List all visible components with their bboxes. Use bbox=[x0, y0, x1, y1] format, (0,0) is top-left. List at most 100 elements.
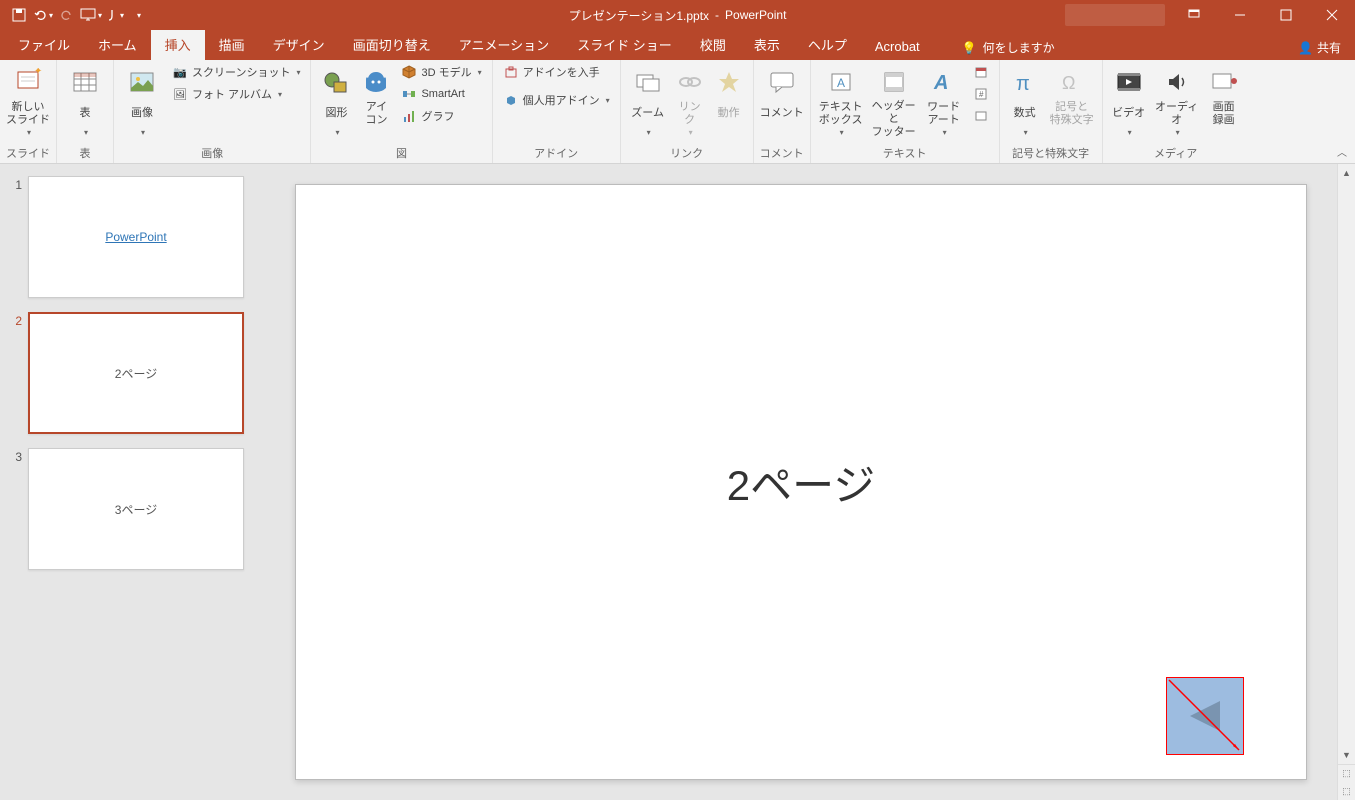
qat-save-icon[interactable] bbox=[8, 4, 30, 26]
svg-text:A: A bbox=[933, 72, 948, 94]
get-addins-button[interactable]: アドインを入手 bbox=[499, 62, 614, 82]
icons-icon bbox=[360, 66, 392, 98]
audio-button[interactable]: オーディオ ▾ bbox=[1153, 62, 1201, 138]
user-account[interactable] bbox=[1065, 4, 1165, 26]
maximize-icon[interactable] bbox=[1263, 0, 1309, 30]
addin-icon bbox=[503, 92, 519, 108]
my-addins-label: 個人用アドイン bbox=[523, 92, 600, 108]
ribbon-display-icon[interactable] bbox=[1171, 0, 1217, 30]
header-icon bbox=[878, 66, 910, 98]
minimize-icon[interactable] bbox=[1217, 0, 1263, 30]
new-slide-icon: ✦ bbox=[12, 66, 44, 98]
link-label: リン ク bbox=[679, 100, 701, 128]
tab-view[interactable]: 表示 bbox=[740, 29, 794, 60]
qat-redo-icon[interactable] bbox=[56, 4, 78, 26]
my-addins-button[interactable]: 個人用アドイン▾ bbox=[499, 90, 614, 110]
action-button-back-shape[interactable] bbox=[1166, 677, 1244, 755]
cube-icon bbox=[401, 64, 417, 80]
group-images-label: 画像 bbox=[120, 143, 304, 163]
video-label: ビデオ bbox=[1112, 100, 1145, 128]
wordart-button[interactable]: A ワード アート ▾ bbox=[923, 62, 965, 138]
group-slides: ✦ 新しい スライド ▾ スライド bbox=[0, 60, 57, 163]
tab-acrobat[interactable]: Acrobat bbox=[861, 33, 934, 60]
prev-slide-icon[interactable]: ⬚ bbox=[1338, 764, 1355, 782]
textbox-button[interactable]: A テキスト ボックス ▾ bbox=[817, 62, 865, 138]
zoom-button[interactable]: ズーム ▾ bbox=[627, 62, 669, 138]
group-links-label: リンク bbox=[627, 143, 747, 163]
thumb-row-2: 2 2ページ bbox=[8, 312, 257, 434]
album-label: フォト アルバム bbox=[192, 86, 272, 102]
pictures-button[interactable]: 画像 ▾ bbox=[120, 62, 164, 138]
quick-access-toolbar: ▾ ▾ ▾ ▾ bbox=[0, 4, 150, 26]
tab-design[interactable]: デザイン bbox=[259, 29, 339, 60]
slide-canvas[interactable]: 2ページ bbox=[295, 184, 1307, 780]
titlebar: ▾ ▾ ▾ ▾ プレゼンテーション1.pptx - PowerPoint bbox=[0, 0, 1355, 30]
table-button[interactable]: 表 ▾ bbox=[63, 62, 107, 138]
thumb-num-3: 3 bbox=[8, 448, 22, 570]
thumbnail-slide-3[interactable]: 3ページ bbox=[28, 448, 244, 570]
screenshot-icon: 📷 bbox=[172, 64, 188, 80]
qat-undo-icon[interactable]: ▾ bbox=[32, 4, 54, 26]
3dmodel-button[interactable]: 3D モデル▾ bbox=[397, 62, 485, 82]
group-text: A テキスト ボックス ▾ ヘッダーと フッター A ワード アート ▾ # テ… bbox=[811, 60, 1000, 163]
screenshot-button[interactable]: 📷スクリーンショット▾ bbox=[168, 62, 304, 82]
tab-slideshow[interactable]: スライド ショー bbox=[563, 29, 686, 60]
scroll-down-icon[interactable]: ▼ bbox=[1338, 746, 1355, 764]
window-controls bbox=[1065, 0, 1355, 30]
equation-label: 数式 bbox=[1014, 100, 1036, 128]
slide-title-text[interactable]: 2ページ bbox=[727, 452, 876, 513]
svg-text:A: A bbox=[837, 76, 845, 90]
collapse-ribbon-icon[interactable]: ︿ bbox=[1337, 144, 1347, 159]
close-icon[interactable] bbox=[1309, 0, 1355, 30]
tab-animations[interactable]: アニメーション bbox=[445, 29, 563, 60]
tab-transitions[interactable]: 画面切り替え bbox=[339, 29, 445, 60]
object-icon bbox=[973, 108, 989, 124]
tab-draw[interactable]: 描画 bbox=[205, 29, 259, 60]
slide-number-button[interactable]: # bbox=[969, 84, 993, 104]
screenshot-label: スクリーンショット bbox=[192, 64, 290, 80]
svg-text:Ω: Ω bbox=[1062, 73, 1075, 93]
share-icon: 👤 bbox=[1298, 41, 1313, 55]
tab-file[interactable]: ファイル bbox=[4, 29, 84, 60]
video-button[interactable]: ビデオ ▾ bbox=[1109, 62, 1149, 138]
3dmodel-label: 3D モデル bbox=[421, 64, 471, 80]
new-slide-button[interactable]: ✦ 新しい スライド ▾ bbox=[6, 62, 50, 138]
scroll-track[interactable] bbox=[1338, 182, 1355, 746]
group-media: ビデオ ▾ オーディオ ▾ 画面 録画 メディア bbox=[1103, 60, 1249, 163]
group-symbols-label: 記号と特殊文字 bbox=[1006, 143, 1096, 163]
equation-button[interactable]: π 数式 ▾ bbox=[1006, 62, 1044, 138]
tab-help[interactable]: ヘルプ bbox=[794, 29, 861, 60]
vertical-scrollbar[interactable]: ▲ ▼ ⬚ ⬚ bbox=[1337, 164, 1355, 800]
photo-album-button[interactable]: 🖼フォト アルバム▾ bbox=[168, 84, 304, 104]
header-footer-button[interactable]: ヘッダーと フッター bbox=[869, 62, 919, 140]
tab-home[interactable]: ホーム bbox=[84, 29, 151, 60]
icons-label: アイ コン bbox=[365, 100, 387, 128]
thumbnail-slide-1[interactable]: PowerPoint bbox=[28, 176, 244, 298]
ribbon: ✦ 新しい スライド ▾ スライド 表 ▾ 表 画像 ▾ 📷スクリーンショ bbox=[0, 60, 1355, 164]
record-label: 画面 録画 bbox=[1213, 100, 1235, 128]
scroll-up-icon[interactable]: ▲ bbox=[1338, 164, 1355, 182]
group-slides-label: スライド bbox=[6, 143, 50, 163]
qat-touch-icon[interactable]: ▾ bbox=[104, 4, 126, 26]
next-slide-icon[interactable]: ⬚ bbox=[1338, 782, 1355, 800]
date-time-button[interactable] bbox=[969, 62, 993, 82]
tab-insert[interactable]: 挿入 bbox=[151, 29, 205, 60]
thumbnail-slide-2[interactable]: 2ページ bbox=[28, 312, 244, 434]
tell-me-search[interactable]: 💡 何をしますか bbox=[954, 35, 1063, 60]
object-button[interactable] bbox=[969, 106, 993, 126]
qat-customize-icon[interactable]: ▾ bbox=[128, 4, 150, 26]
comment-button[interactable]: コメント bbox=[760, 62, 804, 128]
pictures-label: 画像 bbox=[131, 100, 153, 128]
qat-start-show-icon[interactable]: ▾ bbox=[80, 4, 102, 26]
icons-button[interactable]: アイ コン bbox=[359, 62, 393, 128]
thumb2-text: 2ページ bbox=[115, 365, 157, 382]
smartart-button[interactable]: SmartArt bbox=[397, 84, 485, 104]
screen-record-button[interactable]: 画面 録画 bbox=[1205, 62, 1243, 128]
zoom-icon bbox=[632, 66, 664, 98]
chart-button[interactable]: グラフ bbox=[397, 106, 485, 126]
album-icon: 🖼 bbox=[172, 86, 188, 102]
action-button: 動作 bbox=[711, 62, 747, 128]
tab-review[interactable]: 校閲 bbox=[686, 29, 740, 60]
shapes-button[interactable]: 図形 ▾ bbox=[317, 62, 355, 138]
share-button[interactable]: 👤 共有 bbox=[1288, 35, 1351, 60]
